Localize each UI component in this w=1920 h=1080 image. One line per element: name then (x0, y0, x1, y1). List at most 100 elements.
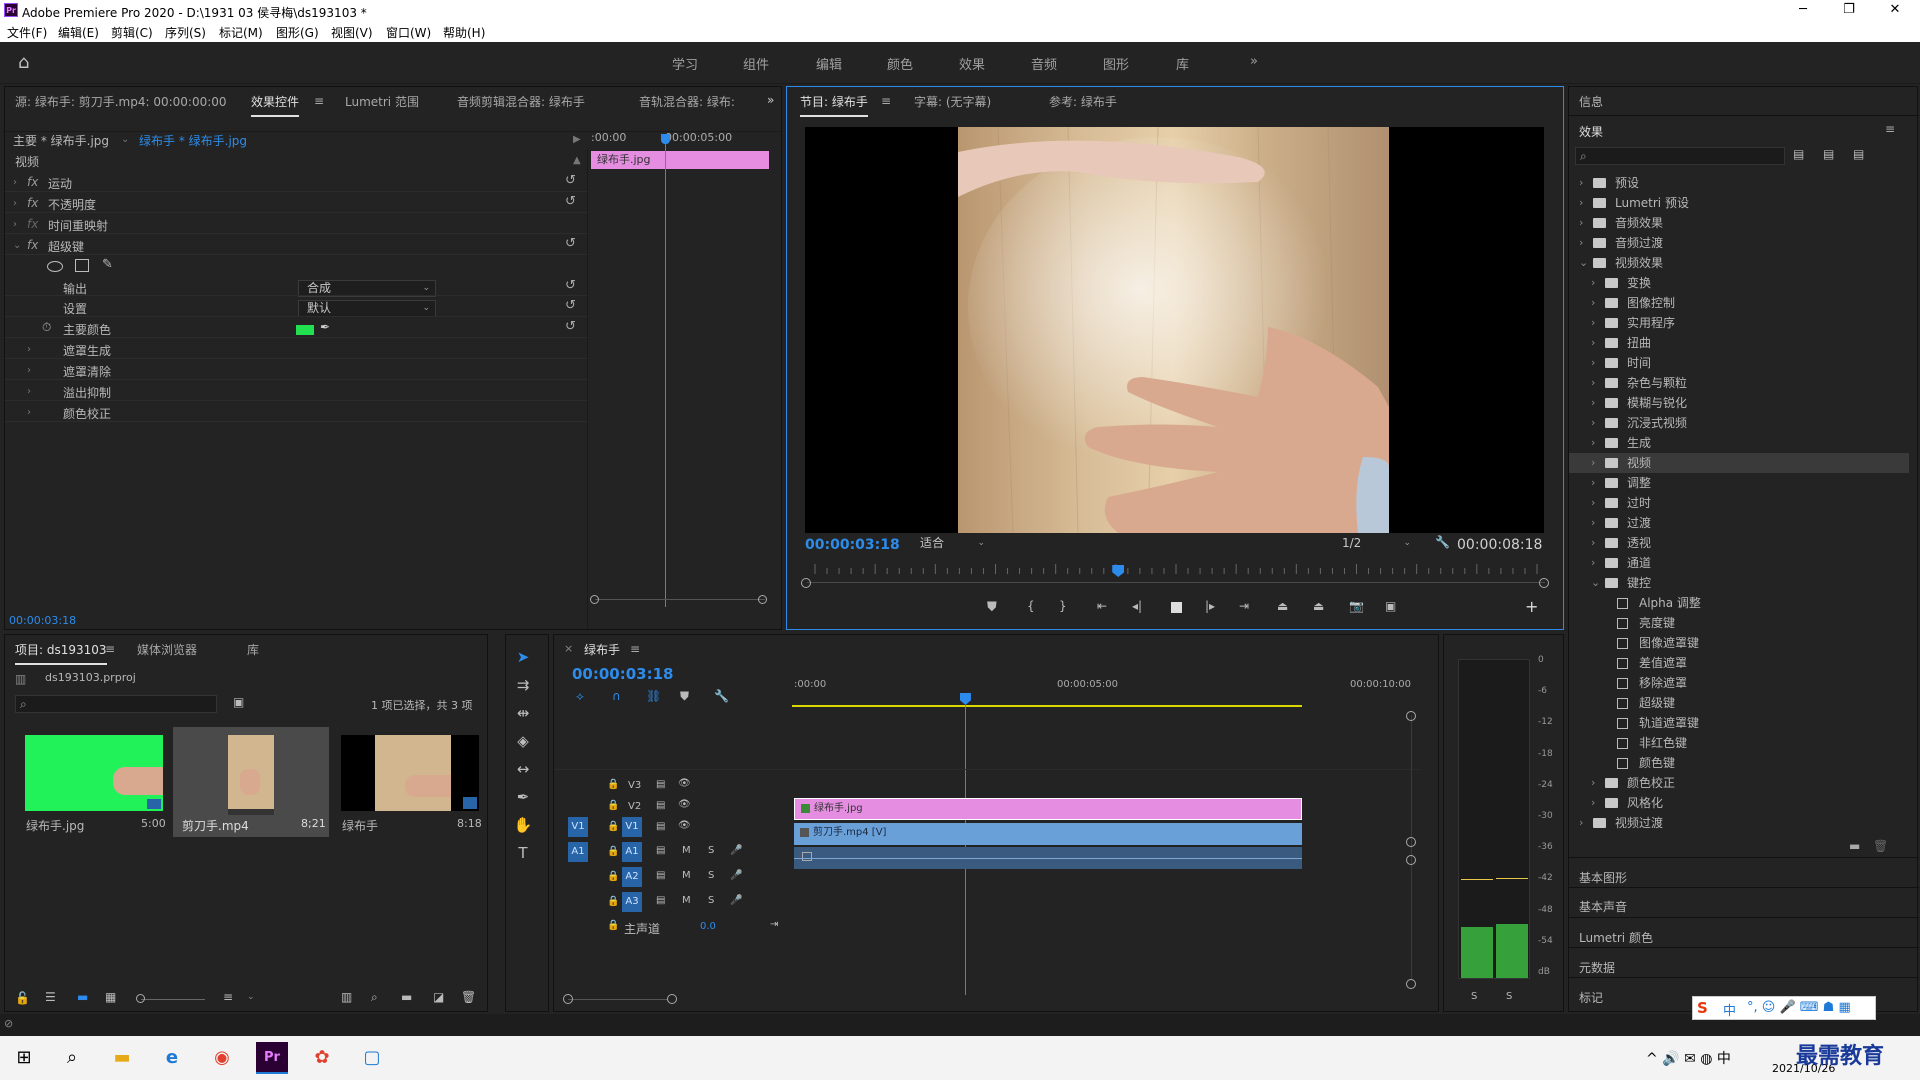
sync-lock-icon[interactable]: ▤ (656, 870, 665, 881)
tab-reference[interactable]: 参考: 绿布手 (1049, 87, 1117, 117)
reset-icon[interactable]: ↺ (565, 194, 576, 209)
find-icon[interactable]: ▣ (233, 695, 244, 709)
linked-selection-icon[interactable]: ⛓ (646, 689, 661, 703)
comparison-view-icon[interactable]: ▣ (1385, 599, 1396, 613)
sync-lock-icon[interactable]: ▤ (656, 845, 665, 856)
effect-opacity[interactable]: 不透明度 (48, 196, 96, 213)
app-icon-blue[interactable]: ▢ (356, 1042, 388, 1074)
clip-v2[interactable]: 绿布手.jpg (794, 798, 1302, 820)
freeform-view-icon[interactable]: ▦ (105, 990, 116, 1004)
tab-captions[interactable]: 字幕: (无字幕) (914, 87, 991, 117)
project-search-input[interactable]: ⌕ (15, 695, 217, 713)
stop-icon[interactable] (1171, 602, 1182, 613)
eye-icon[interactable]: 👁 (678, 820, 691, 831)
hand-tool-icon[interactable]: ✋ (510, 813, 536, 837)
menu-sequence[interactable]: 序列(S) (165, 24, 206, 41)
workspace-assembly[interactable]: 组件 (743, 54, 769, 73)
minimize-button[interactable]: ─ (1780, 0, 1826, 22)
workspace-more[interactable]: » (1250, 54, 1258, 69)
menu-help[interactable]: 帮助(H) (443, 24, 485, 41)
menu-edit[interactable]: 编辑(E) (58, 24, 99, 41)
clip-v1[interactable]: 剪刀手.mp4 [V] (794, 823, 1302, 845)
tab-libraries[interactable]: 库 (247, 635, 259, 665)
work-area-bar[interactable] (792, 705, 1302, 707)
lock-icon[interactable]: 🔒 (607, 920, 619, 931)
workspace-audio[interactable]: 音频 (1031, 54, 1057, 73)
sync-lock-icon[interactable]: ▤ (656, 800, 665, 811)
sync-lock-icon[interactable]: ▤ (656, 895, 665, 906)
effect-item[interactable]: 图像遮罩键 (1569, 633, 1909, 653)
effects-search-input[interactable]: ⌕ (1575, 147, 1785, 165)
horizontal-zoom-scrollbar[interactable] (568, 999, 668, 1000)
color-correction[interactable]: 颜色校正 (63, 405, 111, 422)
lock-icon[interactable]: 🔓 (15, 991, 30, 1005)
wrench-icon[interactable]: 🔧 (1435, 535, 1450, 549)
effect-folder[interactable]: › 颜色校正 (1569, 773, 1909, 793)
reset-icon[interactable]: ↺ (565, 236, 576, 251)
effect-folder[interactable]: › 视频 (1569, 453, 1909, 473)
effect-folder[interactable]: › 预设 (1569, 173, 1909, 193)
effect-folder[interactable]: › 调整 (1569, 473, 1909, 493)
lock-icon[interactable]: 🔒 (607, 846, 619, 857)
rectangle-mask-icon[interactable] (75, 259, 89, 272)
collapse-icon[interactable]: ▲ (573, 155, 581, 166)
sequence-clip-label[interactable]: 绿布手 * 绿布手.jpg (139, 132, 247, 149)
info-panel-title[interactable]: 信息 (1579, 93, 1603, 110)
reset-icon[interactable]: ↺ (565, 173, 576, 188)
tab-audio-clip-mixer[interactable]: 音频剪辑混合器: 绿布手 (457, 87, 585, 117)
mic-icon[interactable]: 🎤 (730, 845, 742, 856)
effect-folder[interactable]: › 音频过渡 (1569, 233, 1909, 253)
automate-icon[interactable]: ▥ (341, 990, 352, 1004)
effect-folder[interactable]: › 视频过渡 (1569, 813, 1909, 833)
close-button[interactable]: ✕ (1872, 0, 1918, 22)
slip-tool-icon[interactable]: ↔ (510, 757, 536, 781)
effect-ultra-key[interactable]: 超级键 (48, 238, 84, 255)
solo-button[interactable]: S (708, 870, 714, 881)
panel-menu-icon[interactable]: ≡ (630, 642, 640, 656)
effect-folder[interactable]: › 模糊与锐化 (1569, 393, 1909, 413)
mic-icon[interactable]: 🎤 (730, 895, 742, 906)
zoom-handle-right[interactable] (758, 595, 767, 604)
panel-menu-icon[interactable]: ≡ (314, 94, 324, 108)
effect-folder[interactable]: › 透视 (1569, 533, 1909, 553)
zoom-scrollbar[interactable] (595, 599, 765, 600)
go-to-out-icon[interactable]: ⇥ (1239, 599, 1249, 613)
setting-dropdown[interactable]: 默认 ⌄ (298, 300, 436, 317)
type-tool-icon[interactable]: T (510, 841, 536, 865)
ime-tools-icon[interactable]: °, ☺ 🎤 ⌨ ☗ ▦ (1747, 1000, 1851, 1015)
windows-start-icon[interactable]: ⊞ (8, 1042, 40, 1074)
scroll-handle-left[interactable] (801, 578, 811, 588)
effect-folder[interactable]: ⌄ 键控 (1569, 573, 1909, 593)
clip-a1[interactable] (794, 847, 1302, 869)
effect-folder[interactable]: › 过渡 (1569, 513, 1909, 533)
effect-folder[interactable]: › Lumetri 预设 (1569, 193, 1909, 213)
effect-folder[interactable]: › 时间 (1569, 353, 1909, 373)
menu-clip[interactable]: 剪辑(C) (111, 24, 153, 41)
go-to-in-icon[interactable]: ⇤ (1097, 599, 1107, 613)
reset-icon[interactable]: ↺ (565, 298, 576, 313)
track-a3[interactable]: A3 (622, 892, 642, 912)
new-bin-icon[interactable]: ▬ (1849, 839, 1860, 853)
sync-lock-icon[interactable]: ▤ (656, 779, 665, 790)
edge-icon[interactable]: e (156, 1042, 188, 1074)
program-scrollbar[interactable] (807, 582, 1545, 583)
accelerated-effects-icon[interactable]: ▤ (1793, 147, 1804, 161)
track-v1[interactable]: V1 (622, 817, 642, 837)
selection-tool-icon[interactable]: ➤ (510, 645, 536, 669)
timeline-timecode[interactable]: 00:00:03:18 (572, 665, 674, 683)
resolution-dropdown[interactable]: 1/2 ⌄ (1333, 535, 1417, 552)
video-frame[interactable] (805, 127, 1544, 533)
workspace-graphics[interactable]: 图形 (1103, 54, 1129, 73)
chevron-down-icon[interactable]: ⌄ (247, 992, 255, 1002)
effect-item[interactable]: 非红色键 (1569, 733, 1909, 753)
lumetri-color-section[interactable]: Lumetri 颜色 (1579, 929, 1653, 946)
add-marker-icon[interactable]: ⛊ (680, 689, 689, 704)
export-frame-icon[interactable]: 📷 (1349, 599, 1364, 613)
workspace-editing[interactable]: 编辑 (816, 54, 842, 73)
workspace-effects[interactable]: 效果 (959, 54, 985, 73)
lock-icon[interactable]: 🔒 (607, 821, 619, 832)
stopwatch-icon[interactable]: ⏱ (42, 320, 51, 335)
tray-icons[interactable]: ^ 🔊 ✉ ◍ 中 (1646, 1048, 1731, 1068)
track-a2[interactable]: A2 (622, 867, 642, 887)
mark-in-icon[interactable]: { (1027, 599, 1035, 613)
